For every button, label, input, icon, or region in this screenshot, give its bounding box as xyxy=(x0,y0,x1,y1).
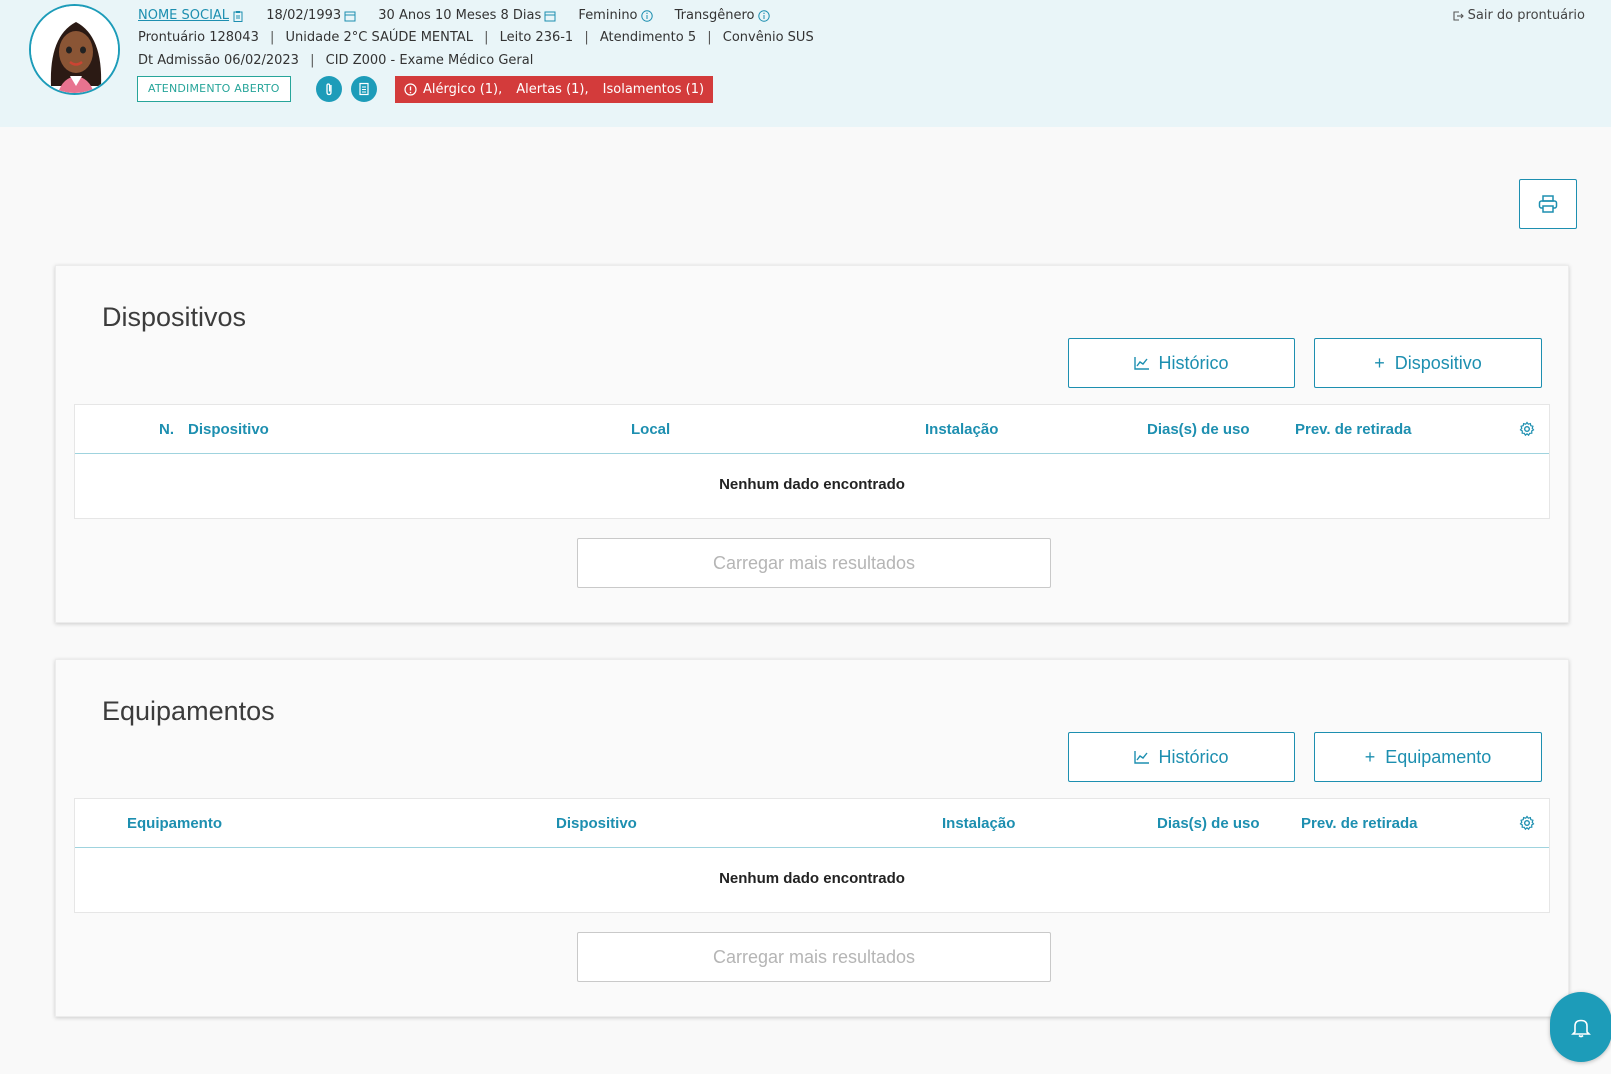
equipamentos-title: Equipamentos xyxy=(102,696,275,726)
paperclip-icon xyxy=(326,83,332,96)
equipamentos-table: Equipamento Dispositivo Instalação Dias(… xyxy=(74,798,1550,913)
allergy-alert[interactable]: Alérgico (1), xyxy=(423,76,502,103)
dispositivos-load-more-button[interactable]: Carregar mais resultados xyxy=(577,538,1051,588)
patient-identity: Transgênero xyxy=(674,8,755,23)
chart-icon xyxy=(1134,357,1150,370)
attachments-button[interactable] xyxy=(316,76,342,102)
add-equipamento-button[interactable]: + Equipamento xyxy=(1314,732,1542,782)
dispositivos-history-button[interactable]: Histórico xyxy=(1068,338,1295,388)
history-label: Histórico xyxy=(1158,352,1229,373)
col-dias-uso[interactable]: Dias(s) de uso xyxy=(1147,421,1250,438)
exit-label: Sair do prontuário xyxy=(1467,8,1585,23)
notifications-button[interactable] xyxy=(1550,992,1611,1062)
calendar-icon xyxy=(344,11,356,21)
alert-circle-icon xyxy=(404,83,417,96)
col-dispositivo[interactable]: Dispositivo xyxy=(556,815,637,832)
printer-icon xyxy=(1538,195,1558,213)
print-button[interactable] xyxy=(1519,179,1577,229)
equipamentos-card: Equipamentos Histórico + Equipamento Equ… xyxy=(55,659,1569,1017)
calendar-icon xyxy=(544,11,556,21)
general-alerts[interactable]: Alertas (1), xyxy=(516,76,588,103)
col-dias-uso[interactable]: Dias(s) de uso xyxy=(1157,815,1260,832)
separator: | xyxy=(584,30,589,45)
gear-icon[interactable] xyxy=(1519,815,1535,831)
col-dispositivo[interactable]: Dispositivo xyxy=(188,421,269,438)
atendimento: Atendimento 5 xyxy=(599,30,697,45)
history-label: Histórico xyxy=(1158,746,1229,767)
patient-header: NOME SOCIAL 18/02/1993 30 Anos 10 Meses … xyxy=(0,0,1611,127)
exit-record-link[interactable]: Sair do prontuário xyxy=(1452,8,1585,23)
separator: | xyxy=(310,53,315,68)
bell-icon xyxy=(1571,1019,1591,1038)
isolation-alert[interactable]: Isolamentos (1) xyxy=(603,76,704,103)
patient-info-line-2: Prontuário 128043 | Unidade 2°C SAÚDE ME… xyxy=(138,30,814,45)
add-dispositivo-button[interactable]: + Dispositivo xyxy=(1314,338,1542,388)
patient-info-line-3: Dt Admissão 06/02/2023 | CID Z000 - Exam… xyxy=(138,53,533,68)
info-icon[interactable] xyxy=(640,9,653,22)
document-icon xyxy=(359,82,369,96)
patient-gender: Feminino xyxy=(578,8,638,23)
patient-info-line-1: NOME SOCIAL 18/02/1993 30 Anos 10 Meses … xyxy=(138,8,788,23)
separator: | xyxy=(484,30,489,45)
separator: | xyxy=(707,30,712,45)
alerts-bar[interactable]: Alérgico (1), Alertas (1), Isolamentos (… xyxy=(395,76,714,103)
empty-state: Nenhum dado encontrado xyxy=(719,870,905,887)
empty-state: Nenhum dado encontrado xyxy=(719,476,905,493)
col-equipamento[interactable]: Equipamento xyxy=(127,815,222,832)
admission-date: Dt Admissão 06/02/2023 xyxy=(138,53,299,68)
birth-date: 18/02/1993 xyxy=(266,8,342,23)
info-icon[interactable] xyxy=(757,9,770,22)
col-local[interactable]: Local xyxy=(631,421,670,438)
col-prev-retirada[interactable]: Prev. de retirada xyxy=(1295,421,1411,438)
prontuario-number: Prontuário 128043 xyxy=(138,30,259,45)
gear-icon[interactable] xyxy=(1519,421,1535,437)
table-header: N. Dispositivo Local Instalação Dias(s) … xyxy=(75,405,1549,454)
col-prev-retirada[interactable]: Prev. de retirada xyxy=(1301,815,1417,832)
dispositivos-title: Dispositivos xyxy=(102,302,247,332)
unidade: Unidade 2°C SAÚDE MENTAL xyxy=(285,30,473,45)
col-instalacao[interactable]: Instalação xyxy=(925,421,998,438)
cid: CID Z000 - Exame Médico Geral xyxy=(325,53,534,68)
patient-avatar xyxy=(29,4,120,95)
table-header: Equipamento Dispositivo Instalação Dias(… xyxy=(75,799,1549,848)
exit-icon xyxy=(1453,10,1464,21)
col-instalacao[interactable]: Instalação xyxy=(942,815,1015,832)
dispositivos-table: N. Dispositivo Local Instalação Dias(s) … xyxy=(74,404,1550,519)
dispositivos-card: Dispositivos Histórico + Dispositivo N. … xyxy=(55,265,1569,623)
patient-age: 30 Anos 10 Meses 8 Dias xyxy=(378,8,542,23)
col-numero[interactable]: N. xyxy=(159,421,174,438)
convenio: Convênio SUS xyxy=(722,30,814,45)
social-name-link[interactable]: NOME SOCIAL xyxy=(138,8,229,23)
leito: Leito 236-1 xyxy=(499,30,574,45)
status-badge: ATENDIMENTO ABERTO xyxy=(137,76,291,102)
add-equipamento-label: + Equipamento xyxy=(1364,746,1492,767)
equipamentos-history-button[interactable]: Histórico xyxy=(1068,732,1295,782)
chart-icon xyxy=(1134,751,1150,764)
clipboard-icon[interactable] xyxy=(232,10,244,22)
add-dispositivo-label: + Dispositivo xyxy=(1374,352,1482,373)
documents-button[interactable] xyxy=(351,76,377,102)
separator: | xyxy=(269,30,275,45)
equipamentos-load-more-button[interactable]: Carregar mais resultados xyxy=(577,932,1051,982)
